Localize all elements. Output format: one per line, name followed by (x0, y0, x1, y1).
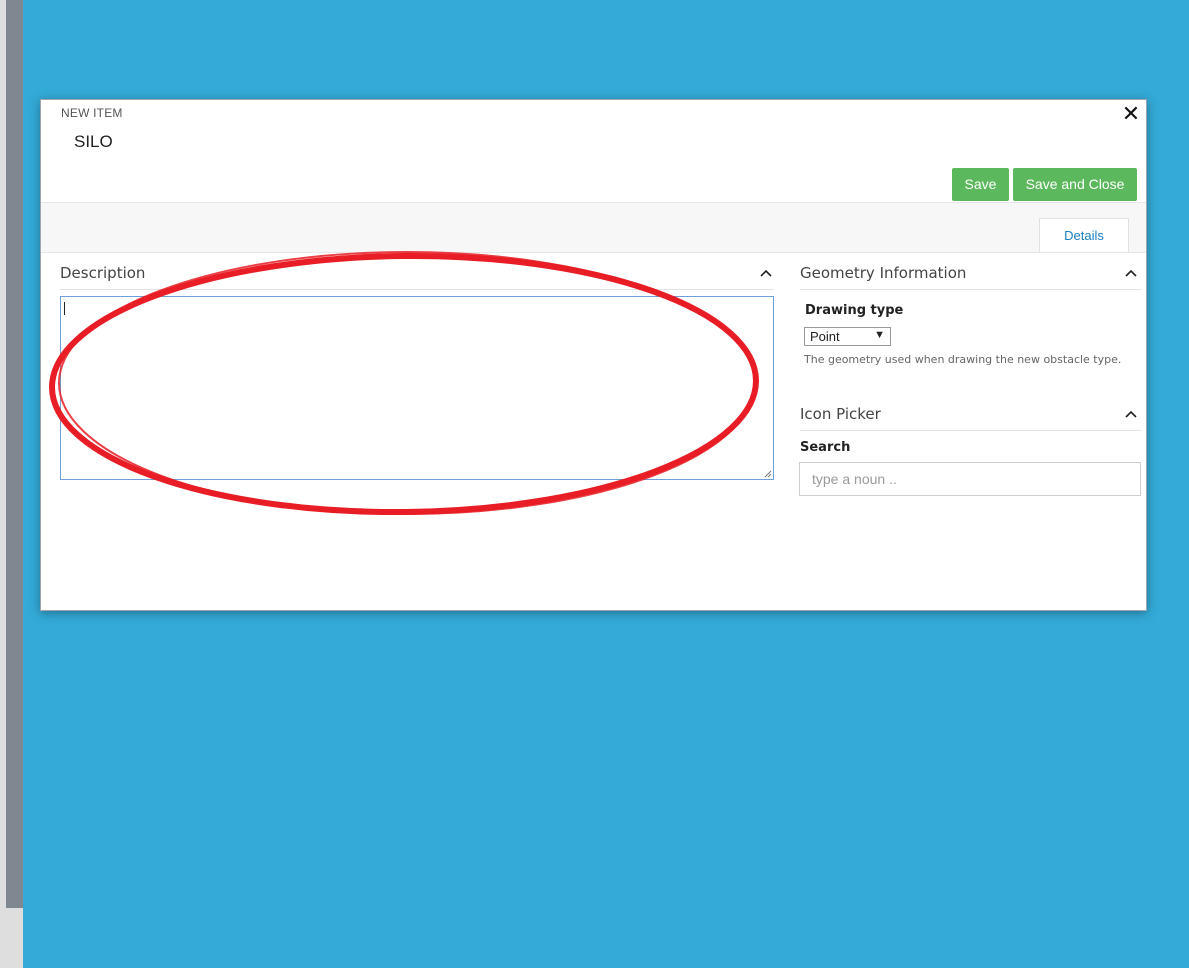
drawing-type-select[interactable]: Point ▼ (804, 327, 891, 346)
tab-details[interactable]: Details (1039, 218, 1129, 252)
save-button[interactable]: Save (952, 168, 1009, 201)
chevron-up-icon[interactable] (1124, 407, 1138, 421)
close-icon[interactable]: ✕ (1120, 102, 1142, 126)
resize-grip-icon[interactable] (764, 470, 772, 478)
tab-bar (41, 202, 1146, 253)
icon-picker-section-title: Icon Picker (800, 405, 881, 423)
dropdown-arrow-icon: ▼ (874, 329, 885, 341)
chevron-up-icon[interactable] (759, 266, 773, 280)
icon-search-input[interactable] (799, 462, 1141, 496)
geometry-divider (800, 289, 1141, 290)
chevron-up-icon[interactable] (1124, 266, 1138, 280)
search-label: Search (800, 440, 851, 455)
description-textarea[interactable] (60, 296, 774, 480)
save-and-close-button[interactable]: Save and Close (1013, 168, 1137, 201)
description-divider (60, 289, 774, 290)
new-item-dialog: NEW ITEM SILO ✕ Save Save and Close Deta… (40, 99, 1147, 611)
icon-picker-divider (800, 430, 1141, 431)
drawing-type-label: Drawing type (805, 303, 904, 318)
text-caret (64, 302, 65, 315)
description-section-title: Description (60, 264, 146, 282)
dialog-title: SILO (74, 132, 113, 151)
drawing-type-help-text: The geometry used when drawing the new o… (804, 353, 1122, 366)
geometry-section-title: Geometry Information (800, 264, 967, 282)
dialog-overline: NEW ITEM (61, 106, 123, 120)
left-scrollbar-strip (6, 0, 23, 908)
drawing-type-value: Point (810, 329, 840, 344)
